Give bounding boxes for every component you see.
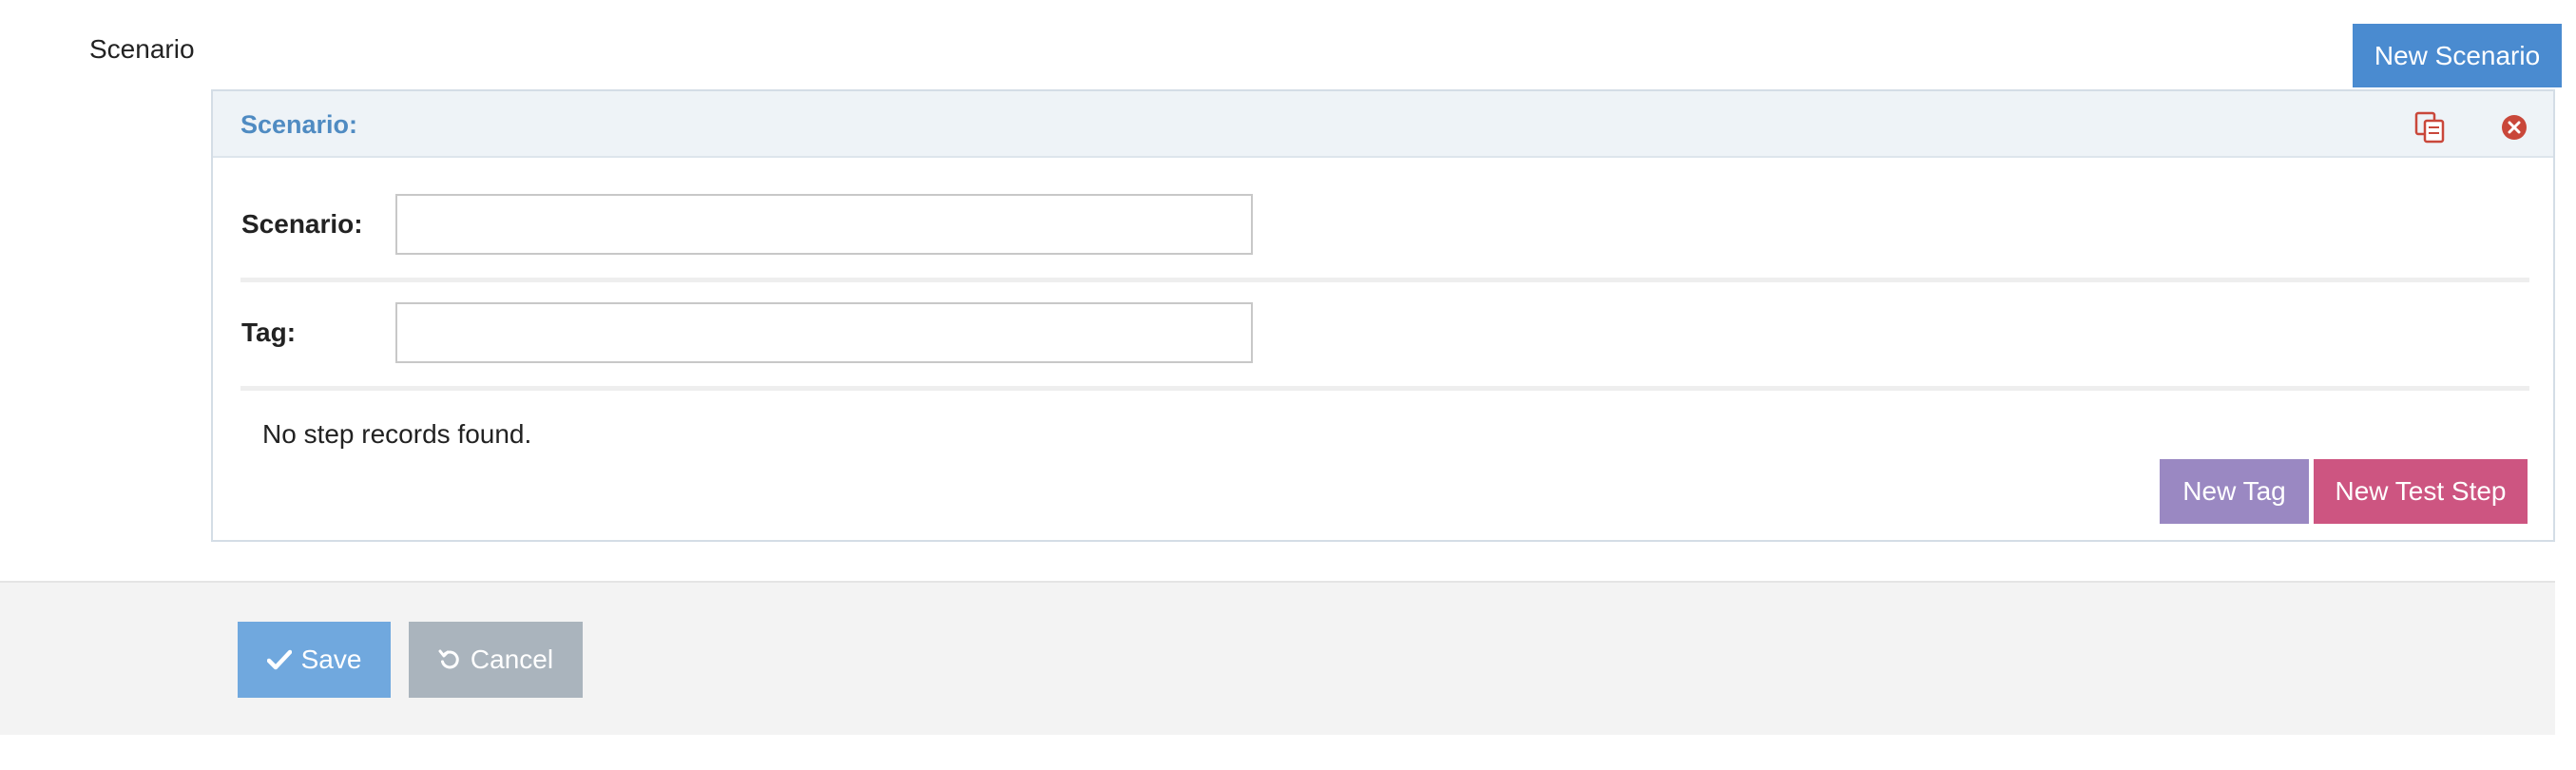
tag-field-label: Tag: [241,318,297,347]
save-button[interactable]: Save [238,622,391,698]
empty-steps-message: No step records found. [262,419,532,449]
scenario-field-label: Scenario: [241,209,363,239]
panel-header: Scenario: [213,91,2553,158]
panel-title: Scenario: [240,110,358,139]
close-circle-icon[interactable] [2500,113,2528,142]
new-tag-button[interactable]: New Tag [2160,459,2309,524]
undo-icon [438,649,459,669]
cancel-label: Cancel [470,645,554,674]
page: Scenario New Scenario Scenario: Scenario… [0,0,2576,770]
new-scenario-button[interactable]: New Scenario [2353,24,2562,87]
save-label: Save [300,645,362,674]
new-test-step-button[interactable]: New Test Step [2314,459,2528,524]
section-label: Scenario [89,34,195,64]
divider [240,386,2529,391]
tag-input[interactable] [395,302,1253,363]
divider [240,278,2529,282]
check-icon [266,649,292,670]
form-footer: Save Cancel [0,581,2555,735]
cancel-button[interactable]: Cancel [409,622,583,698]
copy-icon[interactable] [2413,110,2448,144]
scenario-input[interactable] [395,194,1253,255]
scenario-panel: Scenario: Scenario: Tag: No step records… [211,89,2555,542]
